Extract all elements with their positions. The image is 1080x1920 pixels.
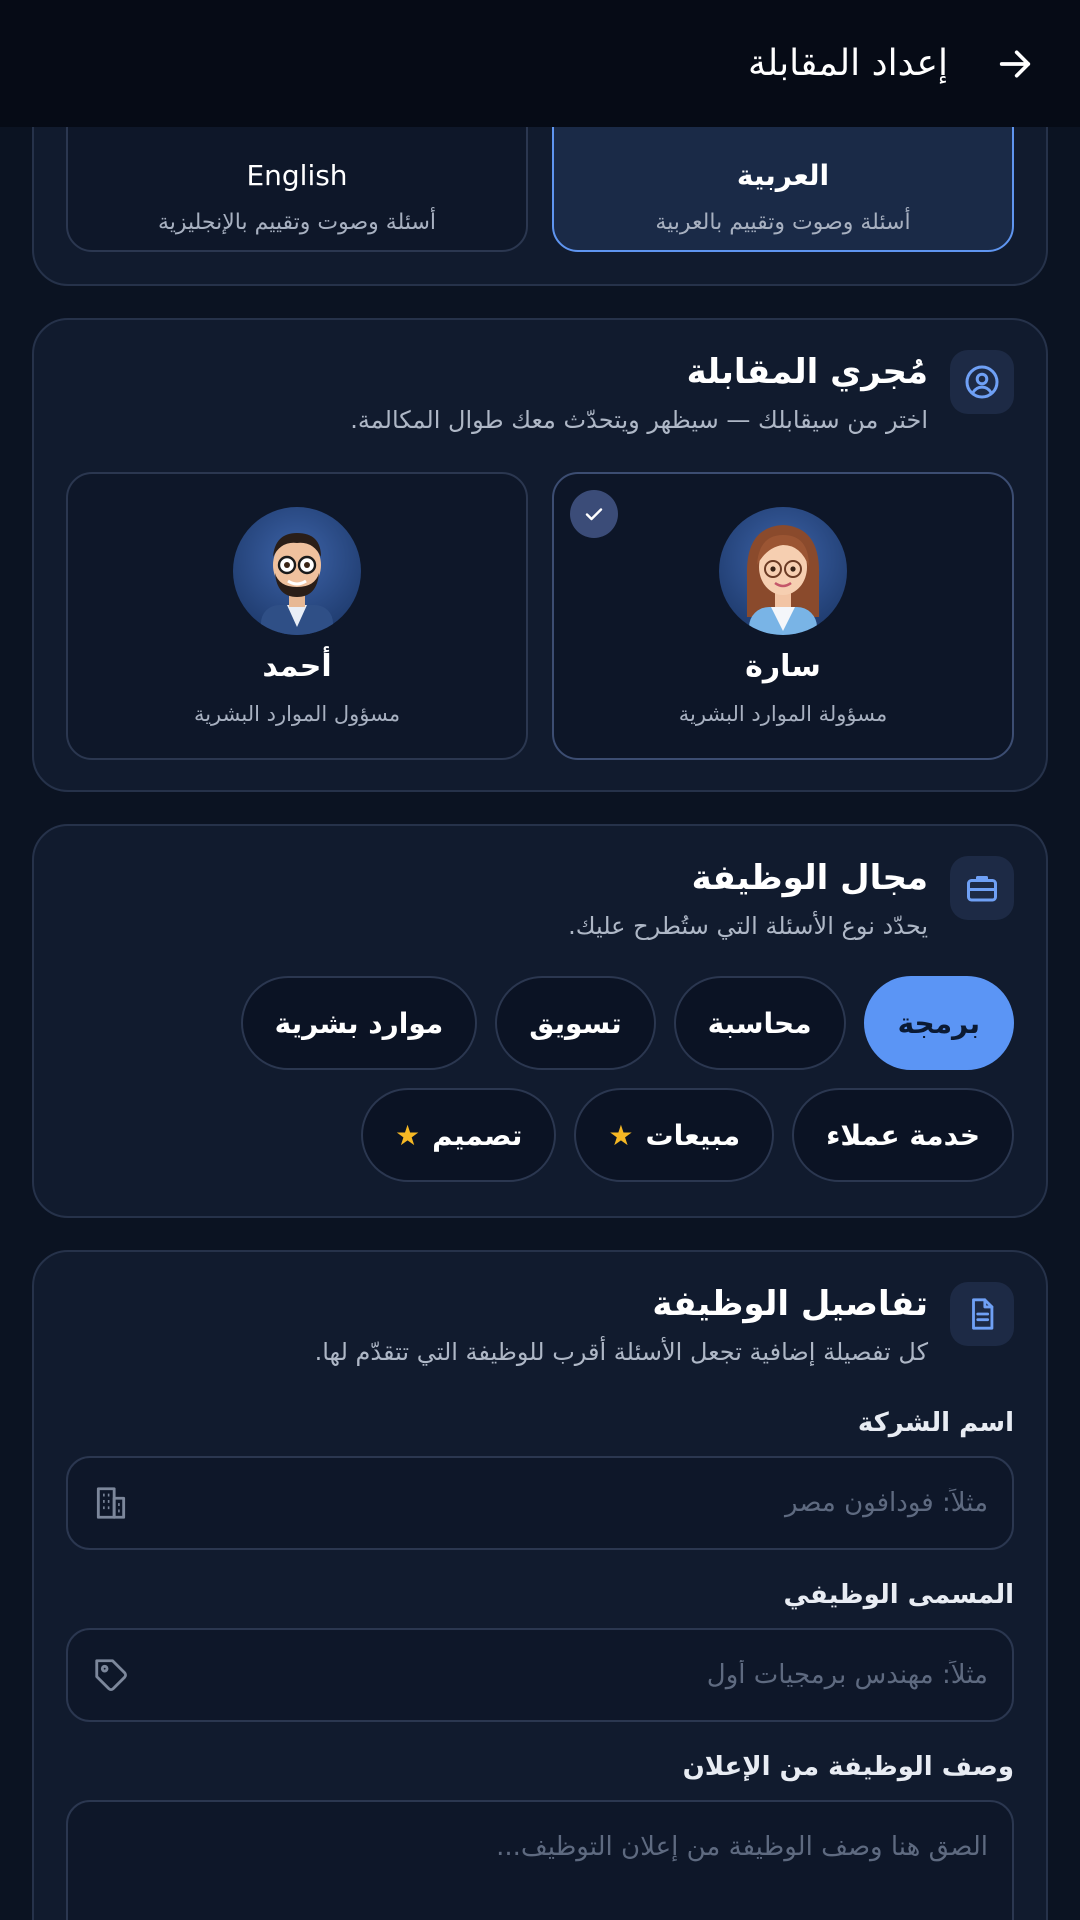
chip-sales[interactable]: مبيعات ★ [574, 1088, 775, 1182]
interviewer-option-sara[interactable]: سارة مسؤولة الموارد البشرية [552, 472, 1014, 760]
interviewer-role: مسؤول الموارد البشرية [193, 701, 401, 726]
chip-label: تسويق [529, 1006, 622, 1040]
chip-label: محاسبة [707, 1006, 812, 1040]
chip-label: موارد بشرية [274, 1006, 444, 1040]
arrow-right-icon [999, 50, 1031, 77]
back-button[interactable] [982, 31, 1048, 97]
chip-customer-service[interactable]: خدمة عملاء [792, 1088, 1014, 1182]
section-header: تفاصيل الوظيفة كل تفصيلة إضافية تجعل الأ… [66, 1282, 1014, 1402]
description-textarea[interactable] [92, 1832, 988, 1920]
avatar-ahmed [233, 506, 361, 635]
job-title-label: المسمى الوظيفي [783, 1580, 1014, 1610]
page-title: إعداد المقابلة [747, 43, 948, 84]
job-details-card: تفاصيل الوظيفة كل تفصيلة إضافية تجعل الأ… [32, 1250, 1048, 1920]
language-option-title: English [246, 159, 348, 192]
section-subtitle: كل تفصيلة إضافية تجعل الأسئلة أقرب للوظي… [314, 1338, 928, 1366]
building-icon [96, 1487, 126, 1519]
briefcase-icon [950, 856, 1014, 920]
star-icon: ★ [394, 1118, 421, 1152]
chip-label: تصميم [432, 1118, 523, 1152]
description-field[interactable] [66, 1800, 1014, 1920]
chip-label: برمجة [897, 1006, 980, 1040]
app-bar: إعداد المقابلة [0, 0, 1080, 127]
chip-label: خدمة عملاء [826, 1118, 980, 1152]
section-title: مُجري المقابلة [686, 352, 928, 392]
company-input[interactable] [130, 1488, 988, 1518]
interviewer-name: أحمد [262, 648, 332, 684]
document-icon [950, 1282, 1014, 1346]
tag-icon [95, 1659, 127, 1691]
chip-hr[interactable]: موارد بشرية [240, 976, 478, 1070]
chip-programming[interactable]: برمجة [863, 976, 1014, 1070]
chip-design[interactable]: تصميم ★ [360, 1088, 557, 1182]
section-subtitle: يحدّد نوع الأسئلة التي ستُطرح عليك. [568, 912, 928, 940]
avatar-sara [719, 506, 847, 635]
interviewer-name: سارة [745, 648, 821, 684]
interviewer-role: مسؤولة الموارد البشرية [678, 701, 888, 726]
description-label: وصف الوظيفة من الإعلان [682, 1752, 1014, 1782]
job-title-field[interactable] [66, 1628, 1014, 1722]
interview-setup-screen: إعداد المقابلة العربية أسئلة وصوت وتقييم… [0, 0, 1080, 1920]
chip-marketing[interactable]: تسويق [495, 976, 656, 1070]
job-title-input[interactable] [130, 1660, 988, 1690]
chip-accounting[interactable]: محاسبة [673, 976, 846, 1070]
section-header: مُجري المقابلة اختر من سيقابلك — سيظهر و… [66, 350, 1014, 470]
interviewer-option-ahmed[interactable]: أحمد مسؤول الموارد البشرية [66, 472, 528, 760]
language-option-title: العربية [736, 159, 830, 192]
job-field-chips: برمجة محاسبة تسويق موارد بشرية خدمة عملا… [66, 976, 1014, 1200]
section-subtitle: اختر من سيقابلك — سيظهر ويتحدّث معك طوال… [350, 406, 928, 434]
user-circle-icon [950, 350, 1014, 414]
company-label: اسم الشركة [857, 1408, 1014, 1438]
star-icon: ★ [608, 1118, 634, 1152]
company-field[interactable] [66, 1456, 1014, 1550]
chip-label: مبيعات [645, 1118, 741, 1152]
job-field-card: مجال الوظيفة يحدّد نوع الأسئلة التي ستُط… [32, 824, 1048, 1218]
interviewer-card: مُجري المقابلة اختر من سيقابلك — سيظهر و… [32, 318, 1048, 792]
language-option-subtitle: أسئلة وصوت وتقييم بالإنجليزية [157, 210, 437, 235]
section-title: مجال الوظيفة [691, 858, 928, 898]
check-icon [570, 490, 618, 538]
language-option-subtitle: أسئلة وصوت وتقييم بالعربية [655, 210, 911, 235]
section-title: تفاصيل الوظيفة [652, 1284, 928, 1324]
section-header: مجال الوظيفة يحدّد نوع الأسئلة التي ستُط… [66, 856, 1014, 976]
